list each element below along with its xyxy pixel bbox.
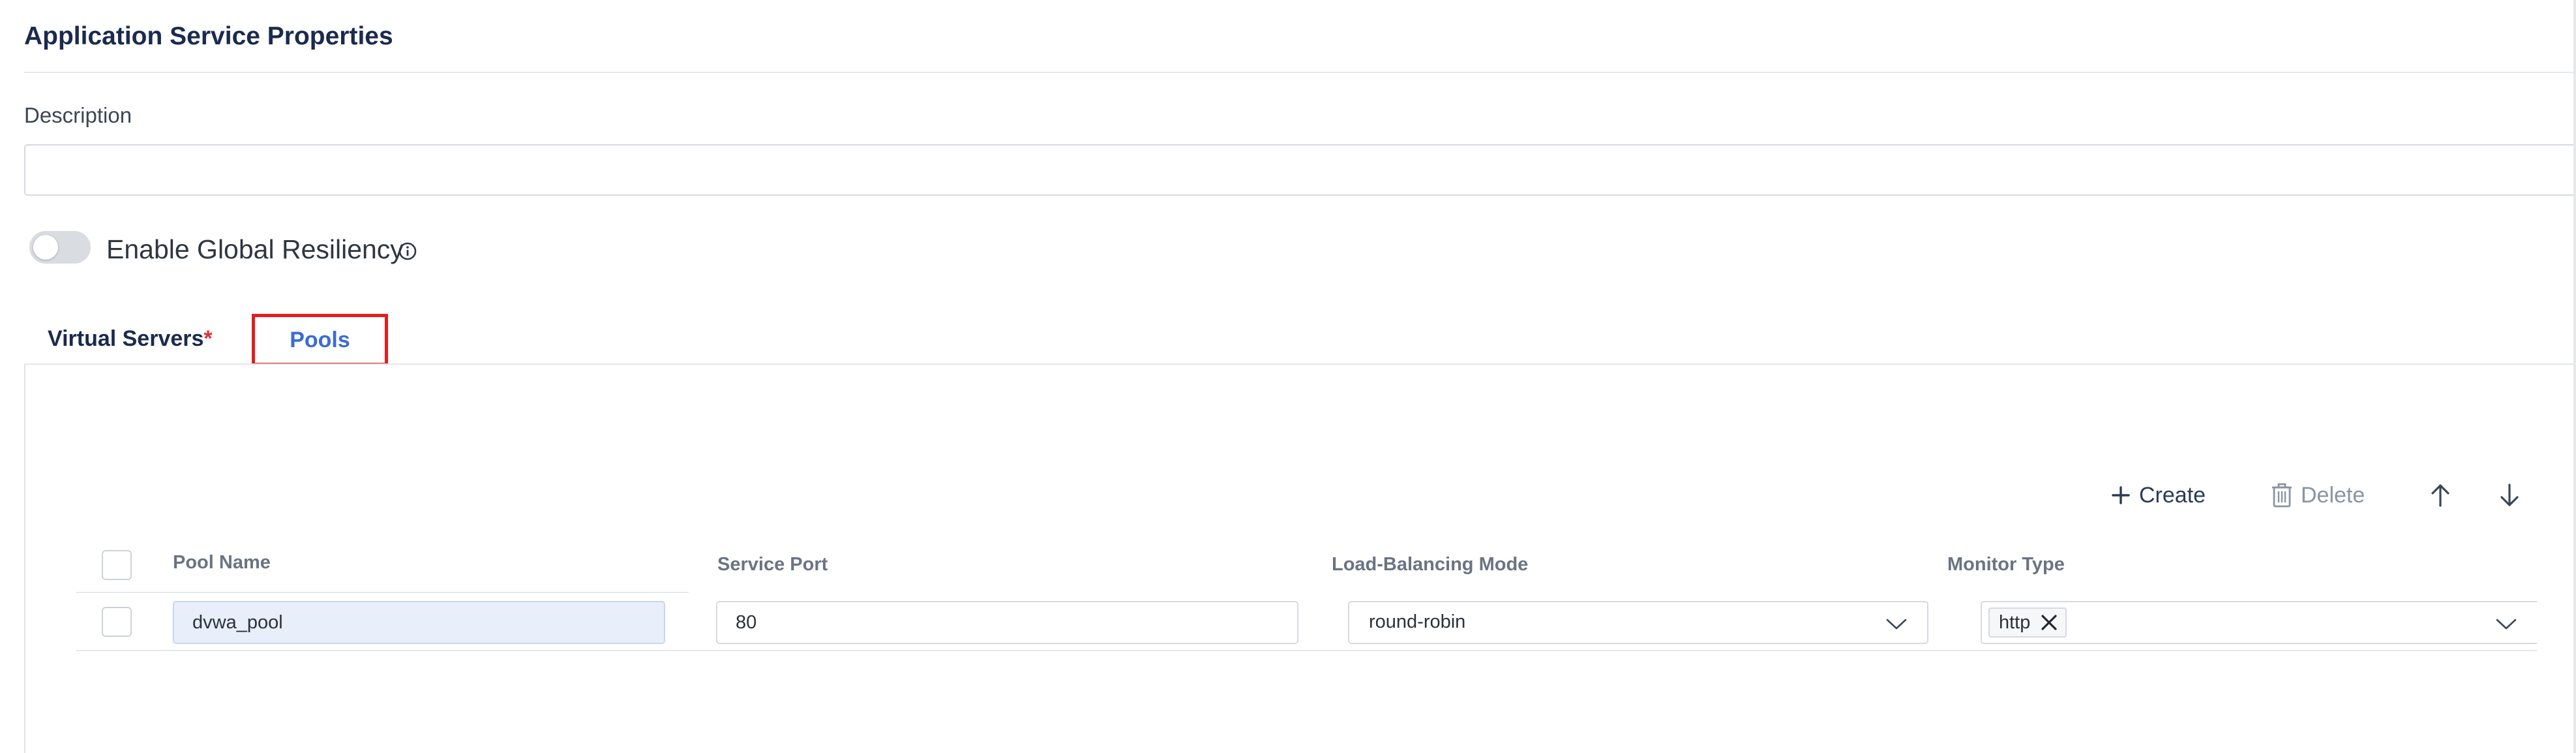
delete-label: Delete (2301, 482, 2365, 508)
delete-button[interactable]: Delete (2271, 478, 2365, 513)
description-label: Description (24, 103, 132, 127)
monitor-tag: http (1988, 607, 2067, 638)
chevron-down-icon (2496, 619, 2517, 630)
global-resiliency-toggle[interactable] (29, 231, 91, 264)
arrow-down-icon (2500, 484, 2519, 506)
select-all-checkbox[interactable] (102, 550, 132, 580)
divider (24, 72, 2576, 73)
service-port-input[interactable] (716, 601, 1298, 644)
scrollbar-edge (2573, 0, 2576, 753)
chevron-down-icon (1886, 619, 1907, 630)
arrow-up-icon (2431, 484, 2449, 507)
column-header-monitor-type: Monitor Type (1947, 554, 2065, 575)
description-input[interactable] (24, 144, 2576, 196)
move-up-button[interactable] (2425, 478, 2456, 513)
row-checkbox[interactable] (102, 607, 132, 637)
column-header-pool-name: Pool Name (173, 552, 271, 573)
column-header-service-port: Service Port (717, 554, 828, 575)
monitor-type-select[interactable]: http (1981, 601, 2537, 644)
pools-panel (24, 363, 2576, 753)
section-title: Application Service Properties (24, 22, 393, 50)
info-icon[interactable] (397, 241, 418, 262)
monitor-tag-label: http (1999, 611, 2031, 633)
pool-name-input[interactable] (173, 601, 665, 644)
column-header-lb-mode: Load-Balancing Mode (1332, 554, 1529, 575)
global-resiliency-label: Enable Global Resiliency (106, 234, 404, 264)
create-button[interactable]: Create (2110, 478, 2206, 513)
table-row-divider (76, 650, 2537, 651)
plus-icon (2112, 486, 2130, 504)
tab-virtual-servers[interactable]: Virtual Servers* (48, 326, 213, 352)
table-header-divider (76, 592, 689, 593)
tab-pools-label: Pools (290, 327, 350, 352)
create-label: Create (2139, 482, 2206, 508)
toggle-knob (33, 235, 58, 260)
trash-icon (2272, 483, 2292, 508)
lb-mode-select[interactable]: round-robin (1348, 601, 1928, 644)
required-asterisk: * (203, 326, 213, 351)
close-icon[interactable] (2039, 613, 2059, 632)
move-down-button[interactable] (2494, 478, 2525, 513)
tab-virtual-servers-label: Virtual Servers (48, 326, 204, 351)
tab-pools[interactable]: Pools (252, 314, 388, 366)
lb-mode-value: round-robin (1369, 611, 1466, 632)
